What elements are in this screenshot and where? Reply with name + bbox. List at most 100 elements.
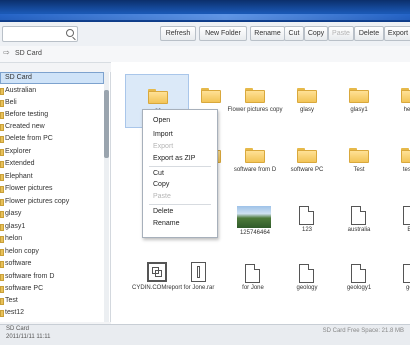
tree-item[interactable]: Test <box>0 296 104 308</box>
new-folder-button[interactable]: New Folder <box>199 26 247 41</box>
folder-icon <box>0 136 4 143</box>
tree-item-label: software PC <box>5 285 44 292</box>
status-bar: SD Card 2011/11/11 11:11 SD Card Free Sp… <box>0 324 410 345</box>
tree-item-label: software <box>5 260 32 267</box>
tree-item-label: Explorer <box>5 148 32 155</box>
paste-button[interactable]: Paste <box>328 26 354 41</box>
status-free-space: SD Card Free Space: 21.8 MB <box>322 328 404 334</box>
document-icon <box>403 264 410 283</box>
folder-icon <box>349 148 369 163</box>
delete-button[interactable]: Delete <box>354 26 384 41</box>
path-arrow-icon[interactable]: ⇨ <box>3 48 10 57</box>
folder-icon <box>0 186 4 193</box>
tree-item-label: test12 <box>5 309 25 316</box>
window-titlebar <box>0 0 410 22</box>
tree-item[interactable]: Extended <box>0 159 104 171</box>
search-input[interactable] <box>2 26 78 42</box>
folder-icon <box>0 224 4 231</box>
folder-icon <box>401 148 410 163</box>
tree-item[interactable]: software from D <box>0 272 104 284</box>
folder-icon <box>0 274 4 281</box>
tree-item-label: software from D <box>5 273 55 280</box>
file-tile[interactable]: helon <box>379 74 410 128</box>
tree-item-label: glasy1 <box>5 223 26 230</box>
tree-item-label: Flower pictures copy <box>5 198 70 205</box>
folder-icon <box>0 100 4 107</box>
menu-separator <box>149 166 211 167</box>
status-device: SD Card <box>6 326 30 332</box>
tree-item[interactable]: helon <box>0 234 104 246</box>
menu-item-copy[interactable]: Copy <box>153 181 169 188</box>
folder-icon <box>245 148 265 163</box>
rename-button[interactable]: Rename <box>250 26 285 41</box>
folder-icon <box>201 88 221 103</box>
tree-item-label: Extended <box>5 160 35 167</box>
status-datetime: 2011/11/11 11:11 <box>6 334 51 340</box>
tree-item[interactable]: glasy1 <box>0 222 104 234</box>
menu-item-cut[interactable]: Cut <box>153 170 164 177</box>
folder-icon <box>148 89 168 104</box>
tree-item[interactable]: Before testing <box>0 110 104 122</box>
menu-item-paste[interactable]: Paste <box>153 193 171 200</box>
tree-item-label: helon <box>5 235 23 242</box>
tree-item[interactable]: software <box>0 259 104 271</box>
export-button[interactable]: Export <box>384 26 410 41</box>
file-tile[interactable]: geo <box>379 252 410 306</box>
scrollbar-thumb[interactable] <box>104 90 109 158</box>
sidebar-scrollbar[interactable] <box>104 72 109 322</box>
menu-item-rename[interactable]: Rename <box>153 220 179 227</box>
folder-icon <box>0 88 4 95</box>
folder-icon <box>0 286 4 293</box>
tree-item-label: Australian <box>5 87 37 94</box>
toolbar: Refresh New Folder Rename Cut Copy Paste… <box>0 22 410 47</box>
cut-button[interactable]: Cut <box>284 26 304 41</box>
folder-icon <box>0 112 4 119</box>
menu-item-open[interactable]: Open <box>153 117 170 124</box>
folder-icon <box>0 236 4 243</box>
tree-item-label: Flower pictures <box>5 185 53 192</box>
file-tile[interactable]: test12 <box>379 134 410 188</box>
tree-item-label: Before testing <box>5 111 49 118</box>
tree-item[interactable]: test12 <box>0 308 104 320</box>
document-icon <box>403 206 410 225</box>
document-icon <box>299 264 314 283</box>
tree-item[interactable]: Australian <box>0 86 104 98</box>
folder-icon <box>0 199 4 206</box>
document-icon <box>351 206 366 225</box>
tree-item[interactable]: helon copy <box>0 247 104 259</box>
tree-item-label: helon copy <box>5 248 39 255</box>
tree-item[interactable]: Explorer <box>0 147 104 159</box>
qr-code-icon <box>147 262 167 282</box>
document-icon <box>245 264 260 283</box>
folder-icon <box>297 88 317 103</box>
archive-icon <box>191 262 206 282</box>
tree-item[interactable]: Beli <box>0 98 104 110</box>
tree-item[interactable]: software PC <box>0 284 104 296</box>
folder-icon <box>245 88 265 103</box>
tree-item[interactable]: Created new <box>0 122 104 134</box>
menu-item-delete[interactable]: Delete <box>153 208 173 215</box>
folder-icon <box>0 261 4 268</box>
tree-item[interactable]: Elephant <box>0 172 104 184</box>
folder-tree[interactable]: SD Card Australian Beli Before testing C… <box>0 72 111 322</box>
refresh-button[interactable]: Refresh <box>160 26 196 41</box>
titlebar-glow <box>0 14 410 20</box>
tree-item[interactable]: Flower pictures copy <box>0 197 104 209</box>
menu-separator <box>149 204 211 205</box>
search-icon[interactable] <box>66 29 74 37</box>
document-icon <box>299 206 314 225</box>
menu-item-export[interactable]: Export <box>153 143 173 150</box>
tree-item[interactable]: Flower pictures <box>0 184 104 196</box>
tree-root-sd-card[interactable]: SD Card <box>0 72 104 84</box>
tree-item-label: glasy <box>5 210 22 217</box>
copy-button[interactable]: Copy <box>304 26 328 41</box>
menu-item-import[interactable]: Import <box>153 131 173 138</box>
file-label: test12 <box>402 167 410 173</box>
file-tile[interactable]: Be <box>379 194 410 248</box>
tree-item-label: Created new <box>5 123 45 130</box>
tree-item-label: Test <box>5 297 18 304</box>
menu-item-export-zip[interactable]: Export as ZIP <box>153 155 195 162</box>
tree-item[interactable]: glasy <box>0 209 104 221</box>
tree-item[interactable]: Delete from PC <box>0 134 104 146</box>
folder-icon <box>0 161 4 168</box>
